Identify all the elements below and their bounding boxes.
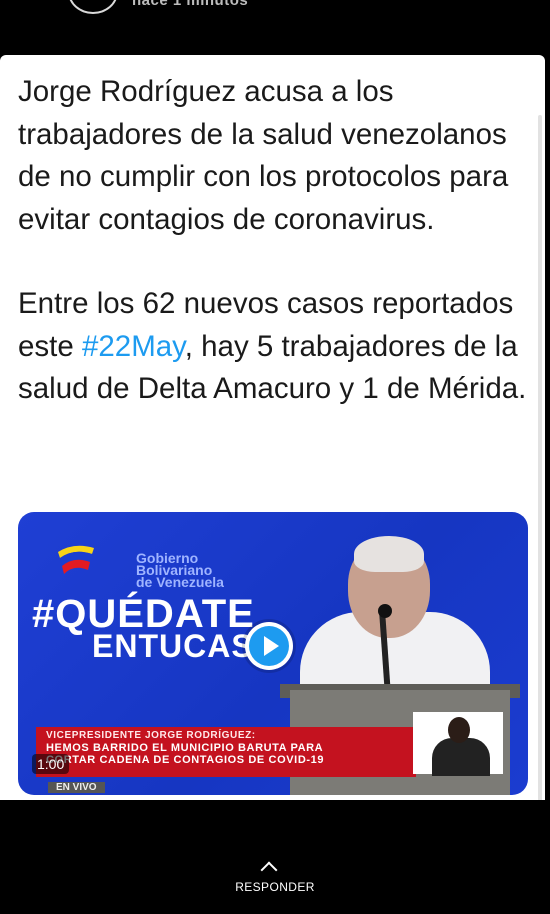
interpreter-body [432, 738, 490, 776]
hashtag-link[interactable]: #22May [82, 330, 185, 363]
avatar[interactable] [68, 0, 118, 14]
time-ago: hace 1 minutos [132, 0, 249, 9]
government-logo-text: Gobierno Bolivariano de Venezuela [136, 551, 224, 590]
tweet-card[interactable]: Jorge Rodríguez acusa a los trabajadores… [0, 55, 545, 845]
tweet-text: Jorge Rodríguez acusa a los trabajadores… [18, 71, 528, 411]
story-header: hace 1 minutos [0, 0, 550, 55]
scrollbar[interactable] [538, 115, 542, 845]
reply-button[interactable]: RESPONDER [0, 880, 550, 894]
live-badge: EN VIVO [48, 782, 105, 793]
interpreter-head [448, 717, 470, 743]
video-duration: 1:00 [32, 754, 70, 774]
lower-third-line-1: VICEPRESIDENTE JORGE RODRÍGUEZ: [46, 730, 256, 741]
venezuela-flag-logo [58, 545, 94, 574]
play-icon [249, 626, 289, 666]
bottom-bar [0, 800, 550, 914]
tweet-paragraph-1: Jorge Rodríguez acusa a los trabajadores… [18, 75, 509, 236]
speaker-hair [354, 536, 424, 572]
play-button[interactable] [245, 622, 293, 670]
tweet-paragraph-2: Entre los 62 nuevos casos reportados est… [18, 283, 528, 411]
video-player[interactable]: Gobierno Bolivariano de Venezuela #QUÉDA… [18, 512, 528, 795]
lower-third-line-3: CORTAR CADENA DE CONTAGIOS DE COVID-19 [46, 754, 325, 766]
microphone-icon [378, 604, 392, 618]
gov-line-3: de Venezuela [136, 574, 224, 590]
lower-third-line-2: HEMOS BARRIDO EL MUNICIPIO BARUTA PARA [46, 742, 324, 754]
